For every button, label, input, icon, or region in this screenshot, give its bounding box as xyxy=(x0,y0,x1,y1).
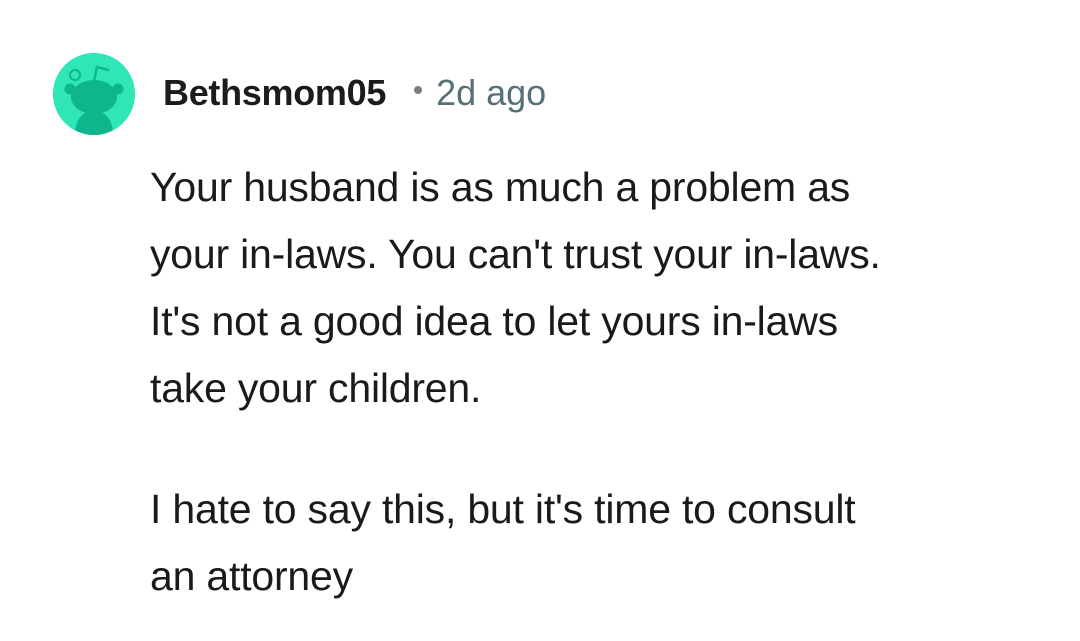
separator-dot xyxy=(414,86,423,94)
avatar[interactable] xyxy=(53,53,135,135)
comment-header: Bethsmom05 2d ago xyxy=(163,70,546,116)
username-link[interactable]: Bethsmom05 xyxy=(163,72,386,114)
snoo-avatar-icon xyxy=(53,53,135,135)
timestamp: 2d ago xyxy=(436,72,547,113)
comment-paragraph: I hate to say this, but it's time to con… xyxy=(150,486,856,599)
comment-body: Your husband is as much a problem as you… xyxy=(150,154,1050,610)
comment: Bethsmom05 2d ago Your husband is as muc… xyxy=(0,0,1080,641)
comment-paragraph: Your husband is as much a problem as you… xyxy=(150,164,881,411)
